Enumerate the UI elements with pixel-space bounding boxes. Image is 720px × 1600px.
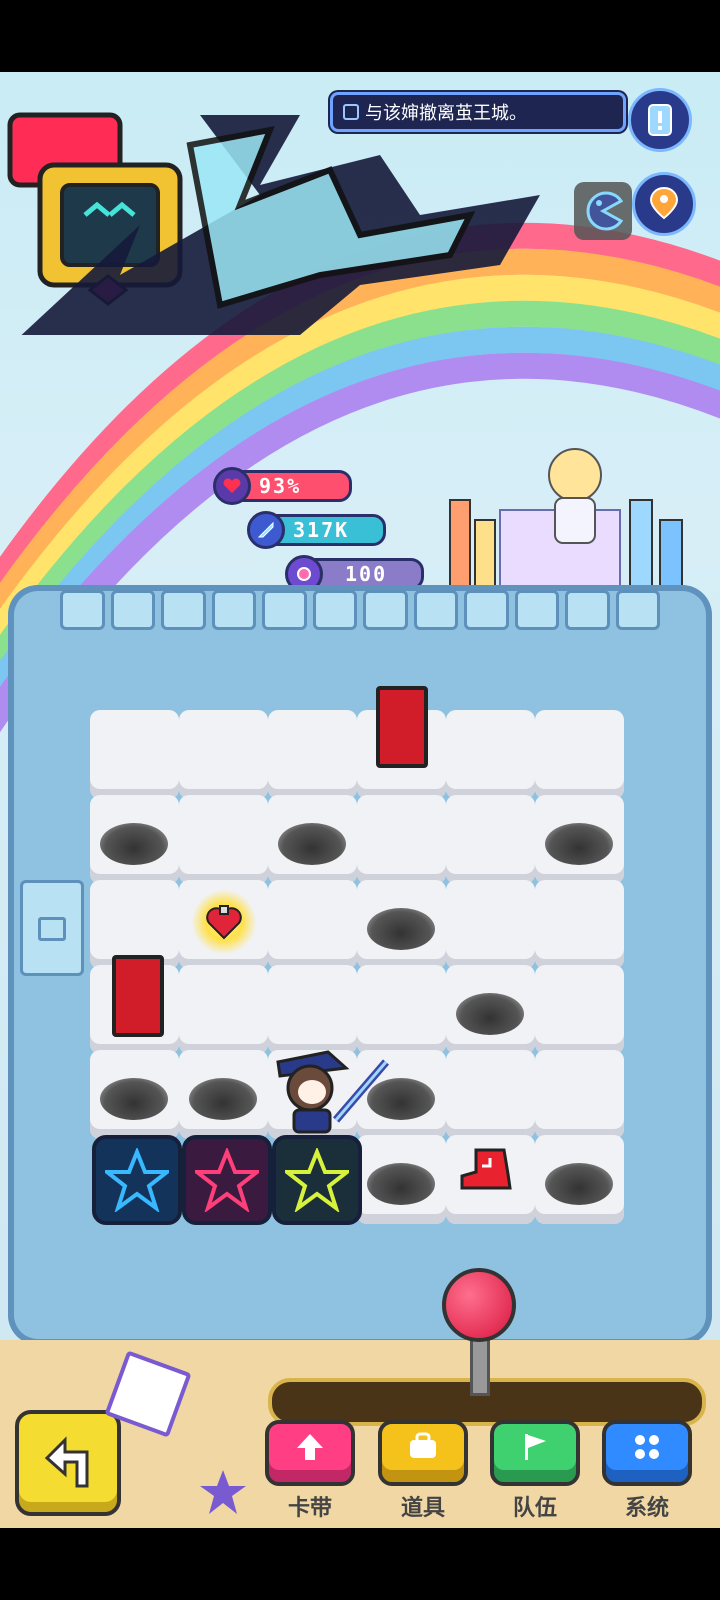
hole-tile[interactable] bbox=[535, 1135, 624, 1224]
bag-icon bbox=[410, 1432, 436, 1458]
hole-tile[interactable] bbox=[90, 795, 179, 884]
star-icon bbox=[195, 1148, 259, 1212]
attack-value: 317K bbox=[293, 518, 350, 542]
player-hero[interactable] bbox=[268, 1040, 392, 1136]
nav-cassette-button[interactable] bbox=[265, 1420, 355, 1486]
red-pillar-enemy[interactable] bbox=[112, 955, 164, 1037]
pacman-icon bbox=[586, 191, 623, 231]
nav-cassette-label: 卡带 bbox=[287, 1496, 332, 1521]
joystick-knob[interactable] bbox=[442, 1268, 516, 1342]
back-button[interactable] bbox=[15, 1410, 121, 1516]
purple-star-icon bbox=[200, 1470, 246, 1514]
map-pin-icon bbox=[649, 186, 679, 220]
heart-potion-pickup[interactable] bbox=[192, 890, 256, 954]
boot-icon bbox=[460, 1148, 512, 1190]
star-card-blue[interactable] bbox=[92, 1135, 182, 1225]
map-button[interactable] bbox=[632, 172, 696, 236]
attack-bar: 317K bbox=[247, 511, 386, 549]
heart-icon bbox=[213, 467, 251, 505]
alert-button[interactable] bbox=[628, 88, 692, 152]
hole-tile[interactable] bbox=[357, 1135, 446, 1224]
hole-tile[interactable] bbox=[357, 880, 446, 969]
nav-system-label: 系统 bbox=[624, 1496, 669, 1521]
quest-checkbox-icon bbox=[343, 104, 359, 120]
hole-tile[interactable] bbox=[268, 795, 357, 884]
pacman-button[interactable] bbox=[574, 182, 632, 240]
hole-tile[interactable] bbox=[90, 1050, 179, 1139]
status-bar bbox=[0, 0, 720, 72]
exit-stairs[interactable] bbox=[458, 1148, 514, 1202]
star-card-green[interactable] bbox=[272, 1135, 362, 1225]
nav-system-button[interactable] bbox=[602, 1420, 692, 1486]
nav-gesture-bar bbox=[0, 1528, 720, 1600]
red-pillar-enemy[interactable] bbox=[376, 686, 428, 768]
hp-value: 93% bbox=[259, 474, 302, 498]
hole-tile[interactable] bbox=[446, 965, 535, 1054]
flag-icon bbox=[525, 1434, 546, 1460]
quest-text: 与该婶撤离茧王城。 bbox=[365, 103, 527, 124]
quest-banner[interactable]: 与该婶撤离茧王城。 bbox=[330, 92, 626, 132]
nav-team-label: 队伍 bbox=[512, 1496, 557, 1521]
potion-icon bbox=[206, 905, 242, 940]
star-card-pink[interactable] bbox=[182, 1135, 272, 1225]
nav-items-button[interactable] bbox=[378, 1420, 468, 1486]
star-icon bbox=[105, 1148, 169, 1212]
npc-head bbox=[548, 448, 602, 502]
castle-battlement bbox=[60, 590, 660, 630]
nav-team-button[interactable] bbox=[490, 1420, 580, 1486]
nav-items-label: 道具 bbox=[400, 1496, 445, 1521]
hp-bar: 93% bbox=[213, 467, 352, 505]
star-icon bbox=[285, 1148, 349, 1212]
hole-tile[interactable] bbox=[535, 795, 624, 884]
back-arrow-icon bbox=[44, 1436, 89, 1488]
grid-icon bbox=[635, 1435, 659, 1459]
npc-crystal-platform bbox=[449, 448, 683, 591]
castle-door[interactable] bbox=[20, 880, 84, 976]
sword-icon bbox=[247, 511, 285, 549]
hole-tile[interactable] bbox=[179, 1050, 268, 1139]
exclamation-icon bbox=[648, 104, 672, 136]
up-arrow-icon bbox=[297, 1434, 323, 1460]
gem-value: 100 bbox=[345, 562, 388, 586]
